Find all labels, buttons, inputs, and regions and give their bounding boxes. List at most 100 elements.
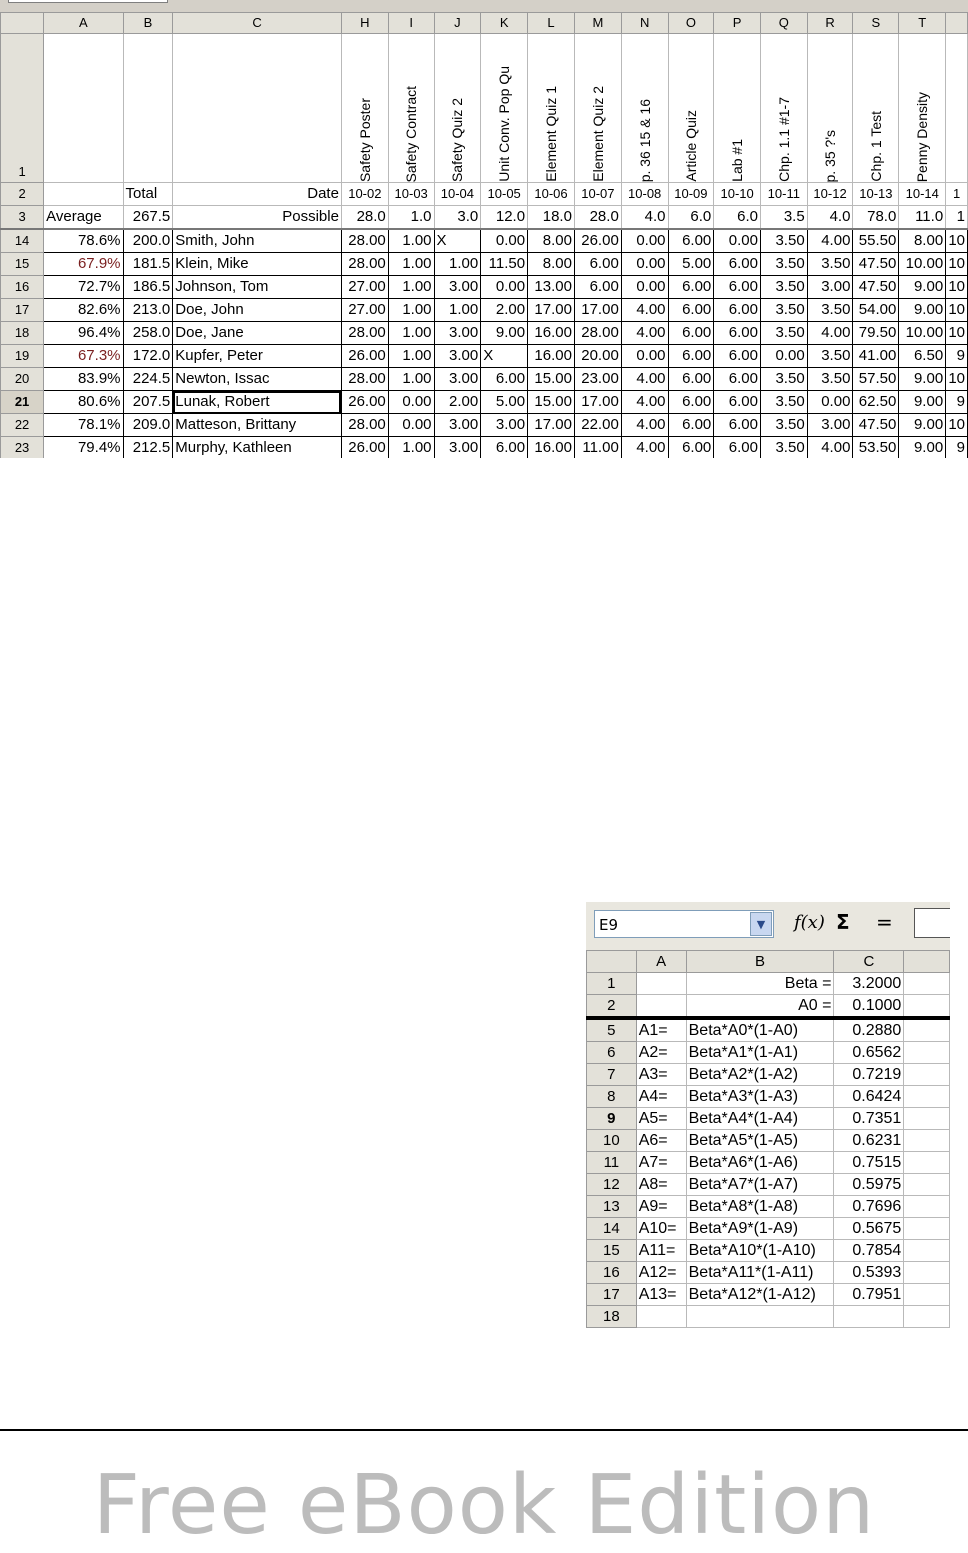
label-cell[interactable]: A4= <box>635 1085 687 1108</box>
score-cell[interactable]: 0.00 <box>387 413 435 437</box>
score-cell[interactable]: 6.00 <box>667 321 715 345</box>
name-box-dropdown-button[interactable]: ▼ <box>750 912 772 936</box>
score-cell[interactable]: 0.00 <box>806 390 854 414</box>
score-cell[interactable]: 3.50 <box>759 275 808 299</box>
label-cell[interactable]: A7= <box>635 1151 687 1174</box>
score-cell[interactable]: 0.00 <box>620 228 669 253</box>
total-cell[interactable]: 212.5 <box>122 436 174 458</box>
score-cell[interactable]: 8.00 <box>527 228 575 253</box>
label-cell[interactable]: A3= <box>635 1063 687 1086</box>
assignment-title-cell[interactable]: Element Quiz 2 <box>573 33 622 183</box>
score-cell[interactable]: 8.00 <box>898 228 947 253</box>
cell[interactable] <box>43 33 124 183</box>
column-header[interactable]: N <box>620 12 669 34</box>
score-cell[interactable]: 4.00 <box>620 321 669 345</box>
score-cell[interactable]: 57.50 <box>852 367 900 391</box>
score-cell[interactable]: 0.00 <box>480 228 529 253</box>
score-cell[interactable]: 3.50 <box>759 436 808 458</box>
score-cell[interactable]: X <box>480 344 529 368</box>
score-cell[interactable]: 11.50 <box>480 252 529 276</box>
score-cell[interactable]: 6.00 <box>667 275 715 299</box>
formula-cell[interactable]: Beta*A10*(1-A10) <box>685 1239 835 1262</box>
row-header[interactable]: 13 <box>586 1195 637 1218</box>
assignment-title-cell[interactable]: Safety Contract <box>387 33 435 183</box>
percent-cell[interactable]: 78.1% <box>43 413 124 437</box>
row-header[interactable]: 18 <box>0 321 45 345</box>
score-cell[interactable]: 6.00 <box>573 275 622 299</box>
row-header[interactable]: 11 <box>586 1151 637 1174</box>
score-cell[interactable]: 53.50 <box>852 436 900 458</box>
score-cell[interactable]: 6.00 <box>480 367 529 391</box>
score-cell[interactable]: 17.00 <box>527 298 575 322</box>
column-header[interactable]: I <box>387 12 435 34</box>
formula-cell[interactable]: Beta*A9*(1-A9) <box>685 1217 835 1240</box>
score-cell[interactable]: 23.00 <box>573 367 622 391</box>
score-cell[interactable]: 10 <box>945 413 968 437</box>
corner-cell[interactable] <box>586 950 637 973</box>
column-header[interactable] <box>903 950 950 973</box>
row-header[interactable]: 14 <box>0 228 45 253</box>
percent-cell[interactable]: 82.6% <box>43 298 124 322</box>
value-cell[interactable]: 0.7854 <box>833 1239 905 1262</box>
date-cell[interactable]: 10-04 <box>433 182 482 206</box>
possible-cell[interactable]: 3.0 <box>433 205 482 230</box>
student-name-cell[interactable]: Murphy, Kathleen <box>172 436 342 458</box>
score-cell[interactable]: 0.00 <box>759 344 808 368</box>
formula-input[interactable] <box>914 908 950 938</box>
score-cell[interactable]: 26.00 <box>340 436 389 458</box>
score-cell[interactable]: 22.00 <box>573 413 622 437</box>
score-cell[interactable]: 9 <box>945 390 968 414</box>
value-cell[interactable]: 0.5675 <box>833 1217 905 1240</box>
date-cell[interactable]: 1 <box>945 182 968 206</box>
label-cell[interactable]: A11= <box>635 1239 687 1262</box>
score-cell[interactable]: 1.00 <box>387 321 435 345</box>
row-header[interactable]: 20 <box>0 367 45 391</box>
score-cell[interactable]: 1.00 <box>387 436 435 458</box>
assignment-title-cell[interactable]: Safety Quiz 2 <box>433 33 482 183</box>
score-cell[interactable]: 3.50 <box>759 390 808 414</box>
row-header[interactable]: 1 <box>586 972 637 995</box>
assignment-title-cell[interactable]: Article Quiz <box>667 33 715 183</box>
label-cell[interactable] <box>635 972 687 995</box>
score-cell[interactable]: 17.00 <box>527 413 575 437</box>
row-header[interactable]: 15 <box>0 252 45 276</box>
score-cell[interactable]: 1.00 <box>387 252 435 276</box>
name-box[interactable]: E9 <box>594 910 774 938</box>
score-cell[interactable]: 6.00 <box>667 298 715 322</box>
formula-cell[interactable]: Beta*A4*(1-A4) <box>685 1107 835 1130</box>
formula-cell[interactable]: Beta = <box>685 972 835 995</box>
score-cell[interactable]: 3.00 <box>433 275 482 299</box>
score-cell[interactable]: 62.50 <box>852 390 900 414</box>
row-header[interactable]: 16 <box>0 275 45 299</box>
score-cell[interactable]: 0.00 <box>387 390 435 414</box>
score-cell[interactable]: 3.50 <box>806 344 854 368</box>
student-name-cell[interactable]: Matteson, Brittany <box>172 413 342 437</box>
cell[interactable] <box>903 1017 950 1042</box>
row-header[interactable]: 22 <box>0 413 45 437</box>
possible-label[interactable]: Possible <box>172 205 342 230</box>
cell[interactable] <box>43 182 124 206</box>
possible-cell[interactable]: 6.0 <box>667 205 715 230</box>
assignment-title-cell[interactable]: p. 35 ?'s <box>806 33 854 183</box>
possible-cell[interactable]: 28.0 <box>340 205 389 230</box>
score-cell[interactable]: 6.00 <box>573 252 622 276</box>
total-label[interactable]: Total <box>122 182 174 206</box>
score-cell[interactable]: 3.50 <box>759 367 808 391</box>
formula-cell[interactable]: Beta*A5*(1-A5) <box>685 1129 835 1152</box>
row-header[interactable]: 9 <box>586 1107 637 1130</box>
assignment-title-cell[interactable]: Safety Poster <box>340 33 389 183</box>
percent-cell[interactable]: 72.7% <box>43 275 124 299</box>
score-cell[interactable]: 2.00 <box>433 390 482 414</box>
formula-cell[interactable]: Beta*A3*(1-A3) <box>685 1085 835 1108</box>
cell[interactable] <box>903 1305 950 1328</box>
score-cell[interactable]: 16.00 <box>527 436 575 458</box>
score-cell[interactable]: 9 <box>945 344 968 368</box>
value-cell[interactable]: 0.2880 <box>833 1017 905 1042</box>
column-header[interactable]: K <box>480 12 529 34</box>
score-cell[interactable]: 1.00 <box>387 367 435 391</box>
score-cell[interactable]: 6.00 <box>713 390 761 414</box>
assignment-title-cell[interactable]: Lab #1 <box>713 33 761 183</box>
score-cell[interactable]: 9.00 <box>898 390 947 414</box>
total-cell[interactable]: 181.5 <box>122 252 174 276</box>
score-cell[interactable]: 1.00 <box>387 344 435 368</box>
